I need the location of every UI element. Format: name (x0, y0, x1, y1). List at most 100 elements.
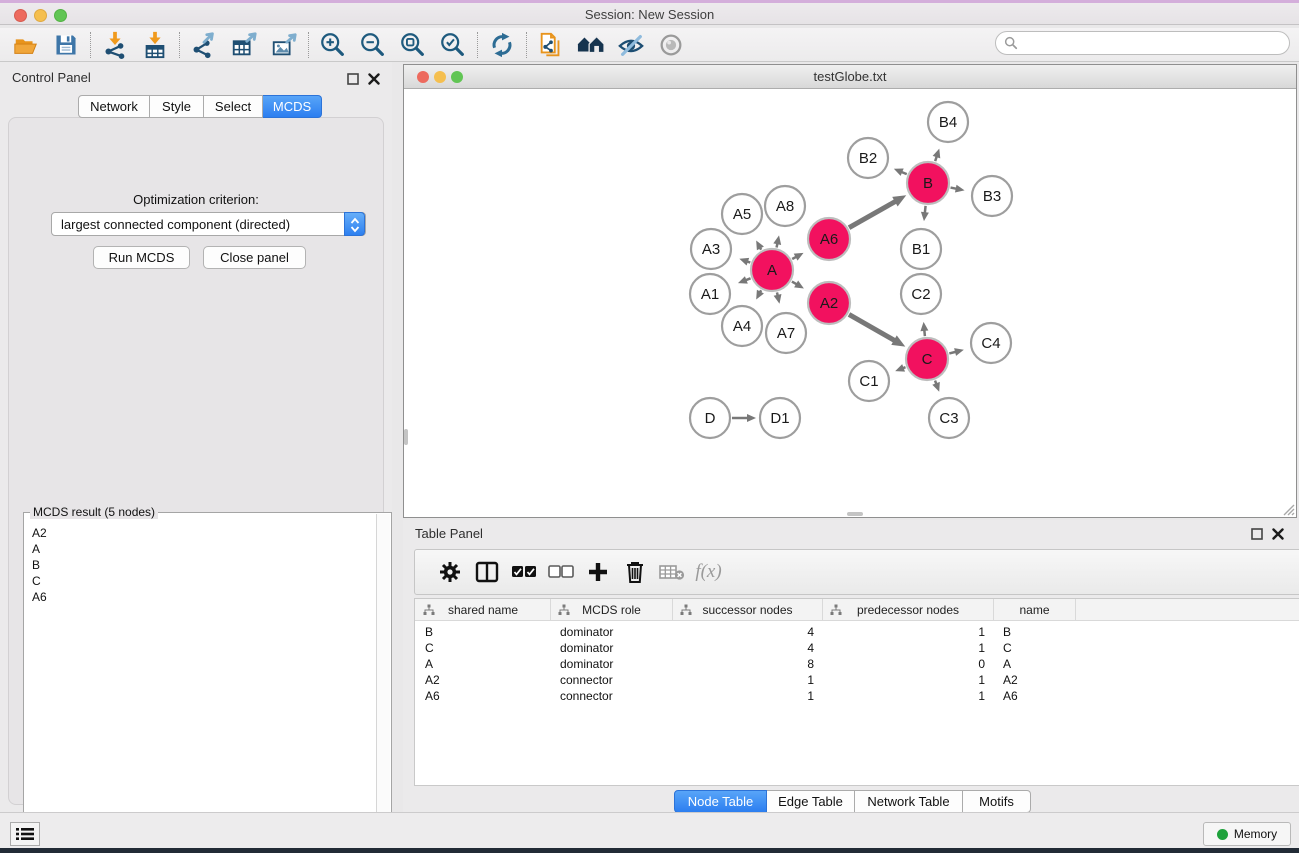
eye-icon (656, 31, 686, 59)
open-session-button[interactable] (6, 29, 46, 61)
result-item[interactable]: A (32, 541, 47, 557)
new-network-from-selection-button[interactable] (531, 29, 571, 61)
zoom-selected-button[interactable] (433, 29, 473, 61)
desktop-edge (0, 848, 1299, 853)
network-canvas[interactable]: AA1A2A3A4A5A6A7A8BB1B2B3B4CC1C2C3C4DD1 (404, 89, 1296, 517)
zoom-selected-icon (439, 31, 467, 59)
unselect-all-columns-button[interactable] (542, 555, 579, 589)
hide-panel-button[interactable] (651, 29, 691, 61)
graph-node-label: A2 (820, 295, 838, 312)
table-row[interactable]: Cdominator41C (415, 640, 1299, 656)
zoom-fit-button[interactable] (393, 29, 433, 61)
zoom-out-button[interactable] (353, 29, 393, 61)
graph-node-label: B4 (939, 114, 957, 131)
edge-arrowhead (773, 235, 781, 245)
graph-node-label: D (705, 410, 716, 427)
graph-edge-C-C4[interactable] (949, 352, 956, 354)
memory-button[interactable]: Memory (1203, 822, 1291, 846)
graph-node-label: A8 (776, 198, 794, 215)
result-item[interactable]: C (32, 573, 47, 589)
tab-edge-table[interactable]: Edge Table (767, 790, 855, 813)
tab-style[interactable]: Style (150, 95, 204, 118)
network-vertical-scroll-thumb[interactable] (404, 429, 408, 445)
import-network-button[interactable] (95, 29, 135, 61)
import-table-button[interactable] (135, 29, 175, 61)
result-item[interactable]: B (32, 557, 47, 573)
function-builder-button[interactable]: f(x) (690, 555, 727, 589)
trash-icon (624, 560, 646, 584)
column-header[interactable]: predecessor nodes (823, 599, 994, 621)
mcds-result-list[interactable]: A2ABCA6 (32, 525, 47, 605)
toggle-graphics-details-button[interactable] (611, 29, 651, 61)
refresh-button[interactable] (482, 29, 522, 61)
tab-select[interactable]: Select (204, 95, 263, 118)
list-icon (16, 827, 34, 841)
table-row[interactable]: A6connector11A6 (415, 688, 1299, 704)
table-cell: 1 (823, 641, 994, 655)
control-panel-title: Control Panel (12, 70, 91, 85)
close-table-panel-icon[interactable] (1272, 528, 1284, 540)
gear-icon (438, 560, 462, 584)
table-row[interactable]: A2connector11A2 (415, 672, 1299, 688)
network-horizontal-scroll-thumb[interactable] (847, 512, 863, 516)
select-stepper (344, 212, 365, 236)
close-panel-button[interactable]: Close panel (203, 246, 306, 269)
zoom-in-button[interactable] (313, 29, 353, 61)
unchecked-checkboxes-icon (548, 565, 574, 579)
column-header[interactable]: name (994, 599, 1076, 621)
control-panel-header: Control Panel (0, 66, 392, 90)
search-field[interactable] (995, 31, 1290, 55)
graph-edge-A6-B[interactable] (849, 201, 896, 227)
edge-arrowhead (954, 348, 964, 356)
export-network-button[interactable] (184, 29, 224, 61)
float-table-panel-icon[interactable] (1251, 528, 1263, 540)
table-row[interactable]: Bdominator41B (415, 624, 1299, 640)
graph-edge-B-B1[interactable] (925, 206, 926, 213)
save-icon (53, 32, 79, 58)
table-cell: dominator (551, 641, 673, 655)
graph-node-label: A4 (733, 318, 751, 335)
task-history-button[interactable] (10, 822, 40, 846)
search-input[interactable] (1023, 36, 1289, 50)
app-titlebar: Session: New Session (0, 0, 1299, 25)
table-panel-title: Table Panel (415, 526, 483, 541)
table-settings-button[interactable] (431, 555, 468, 589)
column-header[interactable]: MCDS role (551, 599, 673, 621)
tab-motifs[interactable]: Motifs (963, 790, 1031, 813)
show-columns-button[interactable] (468, 555, 505, 589)
export-table-button[interactable] (224, 29, 264, 61)
run-mcds-button[interactable]: Run MCDS (93, 246, 190, 269)
tab-mcds[interactable]: MCDS (263, 95, 322, 118)
result-item[interactable]: A6 (32, 589, 47, 605)
select-all-columns-button[interactable] (505, 555, 542, 589)
delete-column-button[interactable] (616, 555, 653, 589)
optimization-criterion-label: Optimization criterion: (9, 192, 383, 207)
tab-node-table[interactable]: Node Table (674, 790, 767, 813)
delete-table-button[interactable] (653, 555, 690, 589)
edge-arrowhead (932, 382, 939, 392)
edge-arrowhead (933, 149, 941, 159)
search-icon (1004, 36, 1018, 50)
save-session-button[interactable] (46, 29, 86, 61)
network-window-titlebar[interactable]: testGlobe.txt (404, 65, 1296, 89)
result-scrollbar[interactable] (376, 514, 390, 850)
show-all-networks-button[interactable] (571, 29, 611, 61)
resize-grip-icon[interactable] (1280, 501, 1295, 516)
graph-edge-A2-C[interactable] (849, 314, 895, 340)
column-header[interactable]: successor nodes (673, 599, 823, 621)
result-item[interactable]: A2 (32, 525, 47, 541)
float-panel-icon[interactable] (347, 73, 359, 85)
create-column-button[interactable] (579, 555, 616, 589)
optimization-criterion-select[interactable]: largest connected component (directed) (51, 212, 366, 236)
toolbar-separator (526, 32, 527, 58)
tab-network[interactable]: Network (78, 95, 150, 118)
tab-network-table[interactable]: Network Table (855, 790, 963, 813)
column-header[interactable]: shared name (416, 599, 551, 621)
table-row[interactable]: Adominator80A (415, 656, 1299, 672)
export-image-button[interactable] (264, 29, 304, 61)
checked-checkboxes-icon (511, 565, 537, 579)
edge-arrowhead (738, 276, 748, 283)
table-cell: 1 (673, 689, 823, 703)
export-table-icon (230, 31, 258, 59)
close-panel-icon[interactable] (368, 73, 380, 85)
